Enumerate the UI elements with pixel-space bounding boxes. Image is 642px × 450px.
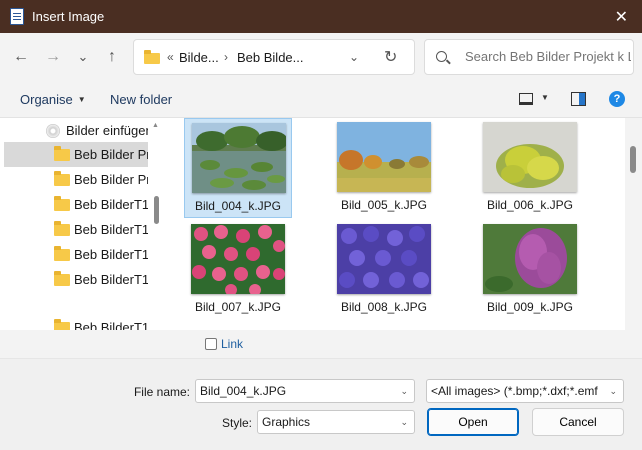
style-select[interactable]: Graphics ⌄ (257, 410, 415, 434)
organise-menu[interactable]: Organise ▼ (20, 92, 86, 107)
tree-item-label: Beb Bilder Projekt (74, 172, 148, 187)
cancel-button[interactable]: Cancel (532, 408, 624, 436)
water-lilies-thumbnail (192, 123, 286, 193)
preview-pane-icon[interactable] (571, 92, 586, 106)
tree-item-folder[interactable]: Beb BilderT1 (54, 242, 148, 267)
navigation-tree: Bilder einfügen Beb Bilder Projekt Beb B… (0, 118, 148, 330)
tree-item-folder[interactable]: Beb BilderT1 (54, 267, 148, 292)
tree-item-folder[interactable]: Beb BilderT1 (54, 315, 148, 330)
file-tile[interactable]: Bild_008_k.JPG (330, 220, 438, 320)
organise-label: Organise (20, 92, 73, 107)
back-arrow-icon[interactable]: ← (10, 46, 32, 68)
purple-violets-thumbnail (337, 224, 431, 294)
file-tile[interactable]: Bild_009_k.JPG (476, 220, 584, 320)
view-mode-icon[interactable] (519, 93, 533, 105)
file-name-label: Bild_008_k.JPG (340, 300, 428, 314)
scrollbar-thumb[interactable] (630, 146, 636, 173)
breadcrumb-item-beb-bilder[interactable]: Beb Bilde... (237, 50, 304, 65)
chevron-down-icon[interactable]: ⌄ (400, 411, 408, 433)
scrollbar-thumb[interactable] (154, 196, 159, 224)
refresh-icon[interactable]: ↻ (384, 47, 397, 67)
file-name-label: Bild_006_k.JPG (486, 198, 574, 212)
recent-locations-chevron-icon[interactable]: ⌄ (72, 46, 94, 68)
file-name-label: Bild_007_k.JPG (194, 300, 282, 314)
yellow-blossoms-thumbnail (483, 122, 577, 192)
chevron-down-icon[interactable]: ⌄ (606, 380, 617, 402)
file-name-value: Bild_004_k.JPG (200, 384, 287, 398)
title-bar: Insert Image ✕ (0, 0, 642, 33)
style-field-label: Style: (221, 416, 252, 430)
tree-item-label: Beb BilderT1 (74, 197, 148, 212)
breadcrumb-overflow[interactable]: « (167, 50, 174, 64)
file-type-select[interactable]: <All images> (*.bmp;*.dxf;*.emf ⌄ (426, 379, 624, 403)
command-bar: Organise ▼ New folder ▼ ? (0, 81, 642, 118)
scroll-up-arrow-icon[interactable]: ▲ (152, 122, 159, 129)
folder-icon (54, 170, 70, 186)
view-caret-down-icon[interactable]: ▼ (541, 93, 549, 102)
tree-item-folder[interactable]: Beb Bilder Projekt (54, 167, 148, 192)
pink-daisies-thumbnail (191, 224, 285, 294)
tree-item-folder[interactable]: Beb BilderT1 (54, 217, 148, 242)
window-title: Insert Image (32, 9, 105, 24)
tree-item-label: Bilder einfügen (66, 123, 148, 138)
folder-icon (54, 195, 70, 211)
lilac-thumbnail (483, 224, 577, 294)
file-name-field-label: File name: (133, 385, 190, 399)
file-tile[interactable]: Bild_007_k.JPG (184, 220, 292, 320)
help-icon[interactable]: ? (609, 91, 625, 107)
open-button[interactable]: Open (427, 408, 519, 436)
autumn-field-thumbnail (337, 122, 431, 192)
new-folder-button[interactable]: New folder (110, 92, 172, 107)
tree-item-bilder-einfuegen[interactable]: Bilder einfügen (46, 118, 148, 143)
file-grid: Bild_004_k.JPG Bild_005_k.JPG Bild_006_k… (165, 118, 625, 330)
file-name-label: Bild_009_k.JPG (486, 300, 574, 314)
tree-item-label: Beb BilderT1 (74, 320, 148, 330)
breadcrumb-separator: › (224, 50, 228, 64)
search-input[interactable] (465, 49, 631, 64)
tree-item-folder[interactable]: Beb BilderT1 (54, 192, 148, 217)
folder-icon (54, 270, 70, 286)
file-grid-scrollbar[interactable] (625, 118, 642, 330)
file-tile[interactable]: Bild_004_k.JPG (184, 118, 292, 218)
disc-drive-icon (46, 123, 60, 138)
insert-options-row: Link (0, 330, 642, 358)
forward-arrow-icon[interactable]: → (42, 46, 64, 68)
style-value: Graphics (262, 415, 311, 429)
folder-icon (54, 145, 70, 161)
chevron-down-icon[interactable]: ⌄ (400, 380, 408, 402)
up-arrow-icon[interactable]: ↑ (101, 46, 123, 68)
search-box[interactable] (424, 39, 634, 75)
breadcrumb-item-bilder[interactable]: Bilde... (179, 50, 219, 65)
tree-item-label: Beb Bilder Projekt (74, 147, 148, 162)
folder-icon (54, 245, 70, 261)
file-tile[interactable]: Bild_005_k.JPG (330, 118, 438, 218)
folder-icon (54, 318, 70, 330)
file-form: File name: Bild_004_k.JPG ⌄ <All images>… (0, 358, 642, 450)
tree-item-label: Beb BilderT1 (74, 247, 148, 262)
file-name-label: Bild_005_k.JPG (340, 198, 428, 212)
address-dropdown-chevron-icon[interactable]: ⌄ (349, 50, 359, 64)
tree-item-label: Beb BilderT1 (74, 222, 148, 237)
file-tile[interactable]: Bild_006_k.JPG (476, 118, 584, 218)
close-icon[interactable]: ✕ (615, 7, 628, 27)
link-label[interactable]: Link (221, 337, 243, 351)
tree-item-folder[interactable]: Beb Bilder Projekt (4, 142, 148, 167)
address-bar[interactable]: « Bilde... › Beb Bilde... ⌄ ↻ (133, 39, 415, 75)
folder-icon (144, 50, 160, 64)
folder-icon (54, 220, 70, 236)
file-name-label: Bild_004_k.JPG (194, 199, 282, 213)
link-checkbox[interactable] (205, 338, 217, 350)
navigation-bar: ← → ⌄ ↑ « Bilde... › Beb Bilde... ⌄ ↻ (0, 33, 642, 81)
document-icon (10, 8, 24, 25)
file-type-value: <All images> (*.bmp;*.dxf;*.emf (431, 384, 598, 398)
caret-down-icon: ▼ (77, 95, 86, 104)
tree-item-label: Beb BilderT1 (74, 272, 148, 287)
search-icon (436, 51, 447, 62)
file-name-combo[interactable]: Bild_004_k.JPG ⌄ (195, 379, 415, 403)
tree-scrollbar[interactable]: ▲ (148, 118, 165, 330)
